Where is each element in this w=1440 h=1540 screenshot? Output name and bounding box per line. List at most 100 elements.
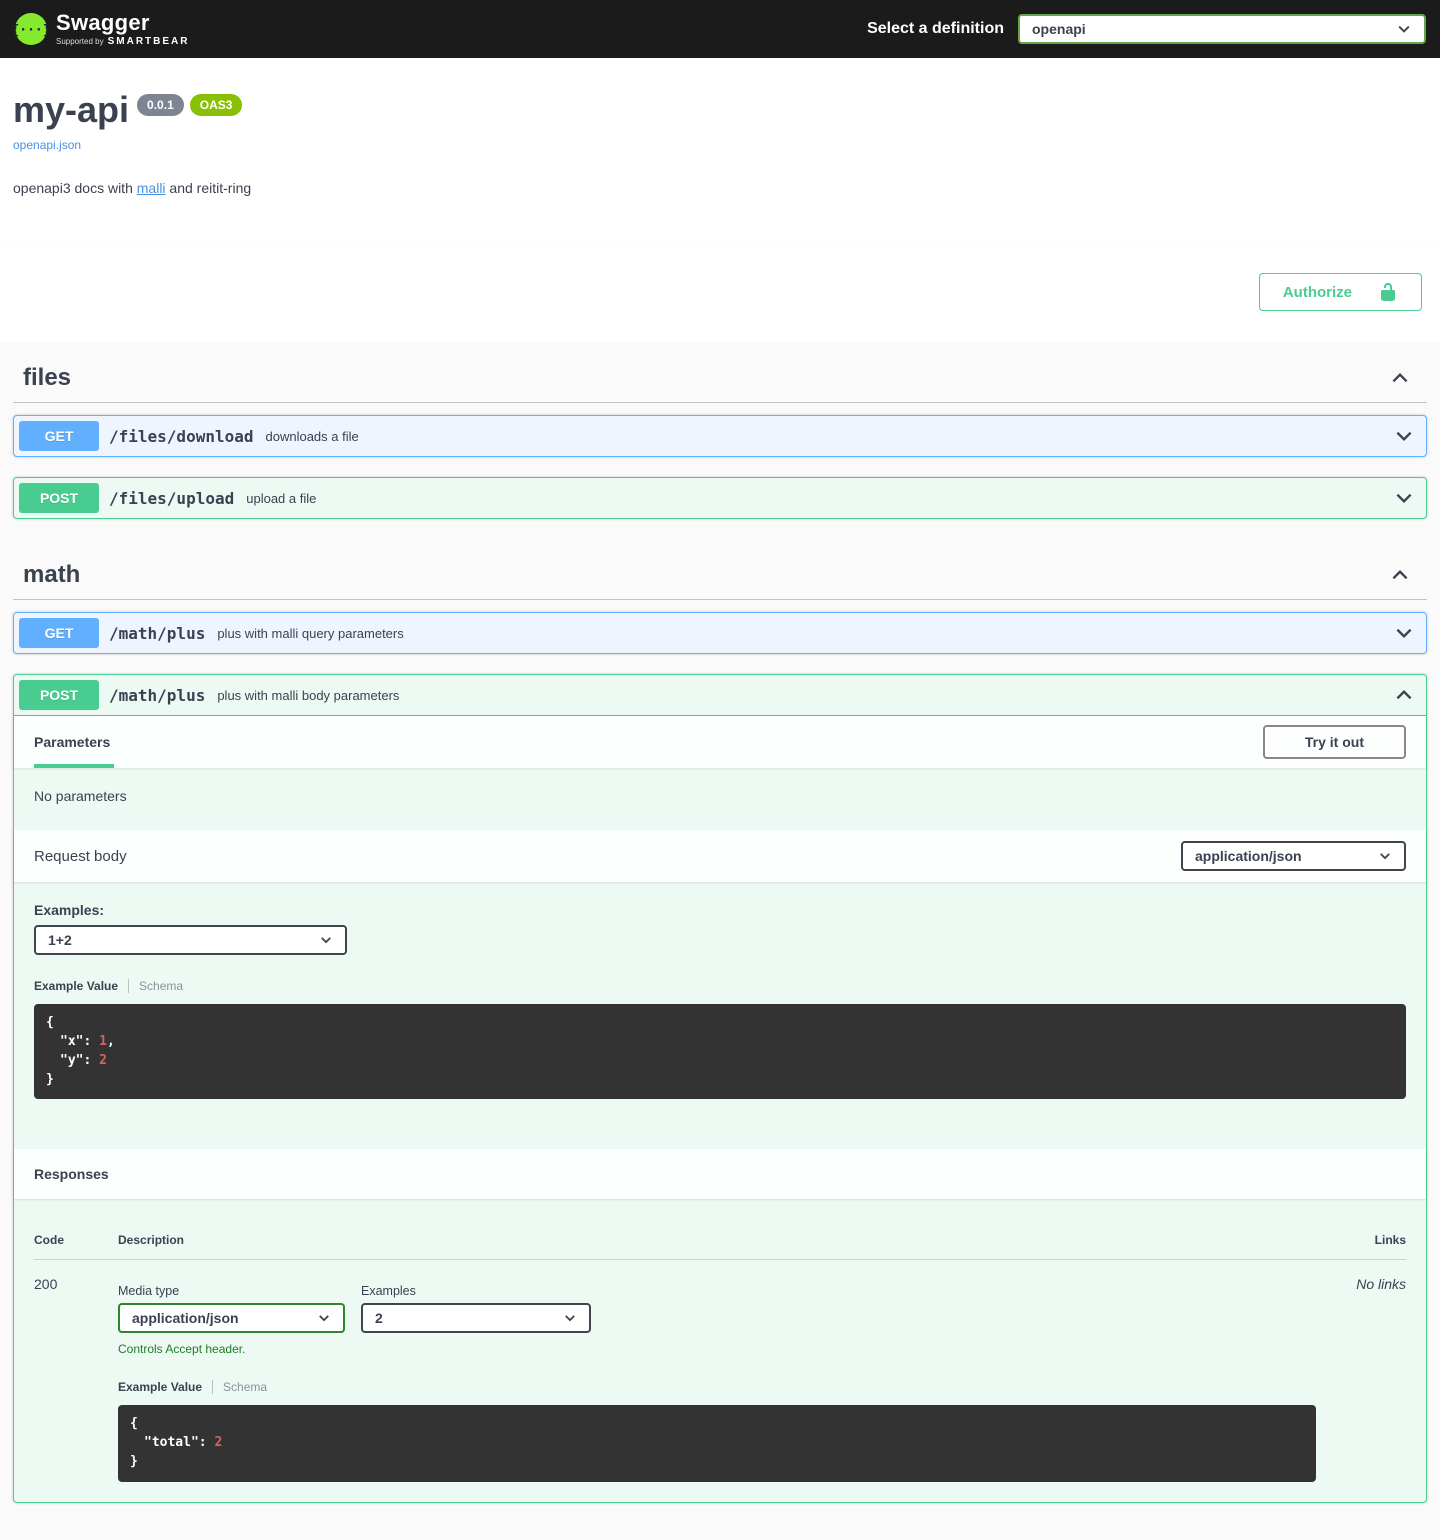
unlock-icon <box>1378 282 1398 302</box>
description-column-header: Description <box>118 1233 1316 1247</box>
op-summary-text: upload a file <box>246 491 316 506</box>
no-parameters-text: No parameters <box>14 768 1426 830</box>
method-badge-post: POST <box>19 680 99 710</box>
collapse-files-button[interactable] <box>1383 367 1417 389</box>
expand-operation-button[interactable] <box>1387 622 1421 644</box>
brand-title: Swagger <box>56 12 189 34</box>
operations-container: files GET /files/download downloads a fi… <box>0 342 1440 1540</box>
media-type-group: Media type application/json <box>118 1284 345 1333</box>
opblock-summary[interactable]: GET /files/download downloads a file <box>14 416 1426 456</box>
tab-schema[interactable]: Schema <box>129 979 183 993</box>
response-links: No links <box>1316 1276 1406 1292</box>
tag-header-math[interactable]: math <box>13 539 1427 600</box>
malli-link[interactable]: malli <box>137 180 166 196</box>
authorize-button[interactable]: Authorize <box>1259 273 1422 311</box>
media-type-select[interactable]: application/json <box>118 1303 345 1333</box>
response-example-select[interactable]: 2 <box>361 1303 591 1333</box>
tag-section-files: files GET /files/download downloads a fi… <box>13 342 1427 519</box>
chevron-up-icon <box>1393 684 1415 706</box>
tab-example-value[interactable]: Example Value <box>34 979 129 993</box>
collapse-math-button[interactable] <box>1383 564 1417 586</box>
description-prefix: openapi3 docs with <box>13 180 137 196</box>
definition-select[interactable]: openapi <box>1018 14 1426 44</box>
responses-section-header: Responses <box>14 1149 1426 1199</box>
collapse-operation-button[interactable] <box>1387 684 1421 706</box>
code-key: "y": <box>46 1053 91 1068</box>
op-summary-text: downloads a file <box>266 429 359 444</box>
code-close-brace: } <box>46 1072 54 1087</box>
op-path: /math/plus <box>109 624 205 643</box>
tab-example-value[interactable]: Example Value <box>118 1380 213 1394</box>
definition-select-value: openapi <box>1032 21 1086 37</box>
links-column-header: Links <box>1316 1233 1406 1247</box>
responses-table-header: Code Description Links <box>34 1233 1406 1260</box>
response-description-cell: Media type application/json Examples <box>118 1276 1316 1482</box>
method-badge-get: GET <box>19 618 99 648</box>
api-description: openapi3 docs with malli and reitit-ring <box>13 180 1427 196</box>
request-body-content: Examples: 1+2 Example Value Schema { "x"… <box>14 882 1426 1149</box>
chevron-down-icon <box>563 1311 577 1325</box>
code-key: "total": <box>130 1435 207 1450</box>
tab-schema[interactable]: Schema <box>213 1380 267 1394</box>
request-example-value: 1+2 <box>48 932 72 948</box>
opblock-post-math-plus: POST /math/plus plus with malli body par… <box>13 674 1427 1503</box>
request-example-code: { "x": 1, "y": 2 } <box>34 1004 1406 1099</box>
op-summary-text: plus with malli body parameters <box>217 688 399 703</box>
try-it-out-button[interactable]: Try it out <box>1263 725 1406 759</box>
request-example-select[interactable]: 1+2 <box>34 925 347 955</box>
tag-header-files[interactable]: files <box>13 342 1427 403</box>
chevron-up-icon <box>1389 564 1411 586</box>
chevron-down-icon <box>1393 487 1415 509</box>
chevron-down-icon <box>1378 849 1392 863</box>
opblock-summary[interactable]: GET /math/plus plus with malli query par… <box>14 613 1426 653</box>
method-badge-get: GET <box>19 421 99 451</box>
chevron-down-icon <box>317 1311 331 1325</box>
op-path: /files/upload <box>109 489 234 508</box>
code-key: "x": <box>46 1034 91 1049</box>
expand-operation-button[interactable] <box>1387 425 1421 447</box>
response-examples-label: Examples <box>361 1284 591 1298</box>
description-suffix: and reitit-ring <box>166 180 252 196</box>
responses-title: Responses <box>34 1166 109 1182</box>
chevron-up-icon <box>1389 367 1411 389</box>
info-section: my-api 0.0.1 OAS3 openapi.json openapi3 … <box>0 58 1440 242</box>
spec-link[interactable]: openapi.json <box>13 138 81 152</box>
code-value: 2 <box>214 1435 222 1450</box>
swagger-logo-icon: {···} <box>14 12 48 46</box>
controls-accept-note: Controls Accept header. <box>118 1342 1316 1356</box>
op-summary-text: plus with malli query parameters <box>217 626 403 641</box>
response-example-value: 2 <box>375 1310 383 1326</box>
request-content-type-select[interactable]: application/json <box>1181 841 1406 871</box>
version-badge: 0.0.1 <box>137 94 184 116</box>
examples-label: Examples: <box>34 902 1406 918</box>
tag-title-math: math <box>23 561 80 589</box>
parameters-section-header: Parameters Try it out <box>14 716 1426 768</box>
select-definition-label: Select a definition <box>867 20 1004 38</box>
op-path: /math/plus <box>109 686 205 705</box>
code-value: 1 <box>99 1034 107 1049</box>
opblock-get-math-plus: GET /math/plus plus with malli query par… <box>13 612 1427 654</box>
op-path: /files/download <box>109 427 254 446</box>
opblock-summary[interactable]: POST /math/plus plus with malli body par… <box>14 675 1426 716</box>
request-body-header: Request body application/json <box>14 830 1426 882</box>
code-column-header: Code <box>34 1233 118 1247</box>
tab-parameters[interactable]: Parameters <box>34 716 114 768</box>
smartbear-label: SMARTBEAR <box>108 37 190 47</box>
code-open-brace: { <box>46 1015 54 1030</box>
opblock-summary[interactable]: POST /files/upload upload a file <box>14 478 1426 518</box>
page-title: my-api <box>13 92 129 128</box>
chevron-down-icon <box>1393 425 1415 447</box>
media-type-value: application/json <box>132 1310 239 1326</box>
responses-table: Code Description Links 200 Media type ap… <box>14 1199 1426 1502</box>
scheme-container: Authorize <box>0 242 1440 342</box>
request-body-label: Request body <box>34 848 127 865</box>
svg-text:{···}: {···} <box>14 23 48 38</box>
expand-operation-button[interactable] <box>1387 487 1421 509</box>
request-content-type-value: application/json <box>1195 848 1302 864</box>
opblock-post-files-upload: POST /files/upload upload a file <box>13 477 1427 519</box>
media-type-label: Media type <box>118 1284 345 1298</box>
topbar: {···} Swagger Supported by SMARTBEAR Sel… <box>0 0 1440 58</box>
method-badge-post: POST <box>19 483 99 513</box>
response-example-code: { "total": 2 } <box>118 1405 1316 1482</box>
swagger-brand-link[interactable]: {···} Swagger Supported by SMARTBEAR <box>14 12 189 47</box>
